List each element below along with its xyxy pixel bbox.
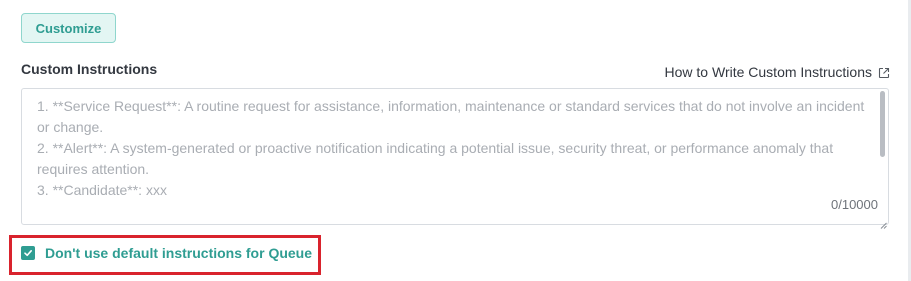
customize-button[interactable]: Customize (21, 13, 116, 43)
how-to-write-link[interactable]: How to Write Custom Instructions (665, 64, 890, 80)
default-instructions-checkbox[interactable] (21, 246, 35, 260)
custom-instructions-textarea[interactable]: 1. **Service Request**: A routine reques… (21, 88, 889, 229)
external-link-icon[interactable] (878, 66, 890, 79)
default-instructions-checkbox-label[interactable]: Don't use default instructions for Queue (45, 245, 312, 261)
textarea-placeholder: 1. **Service Request**: A routine reques… (37, 98, 865, 198)
default-instructions-option[interactable]: Don't use default instructions for Queue (21, 245, 312, 261)
scrollbar-thumb[interactable] (880, 91, 885, 157)
resize-handle-icon[interactable] (880, 216, 887, 229)
textarea-scrollbar[interactable] (879, 91, 886, 209)
character-count: 0/10000 (831, 197, 878, 212)
how-to-write-link-label[interactable]: How to Write Custom Instructions (665, 64, 872, 80)
check-icon (24, 250, 32, 257)
custom-instructions-label: Custom Instructions (21, 61, 158, 77)
